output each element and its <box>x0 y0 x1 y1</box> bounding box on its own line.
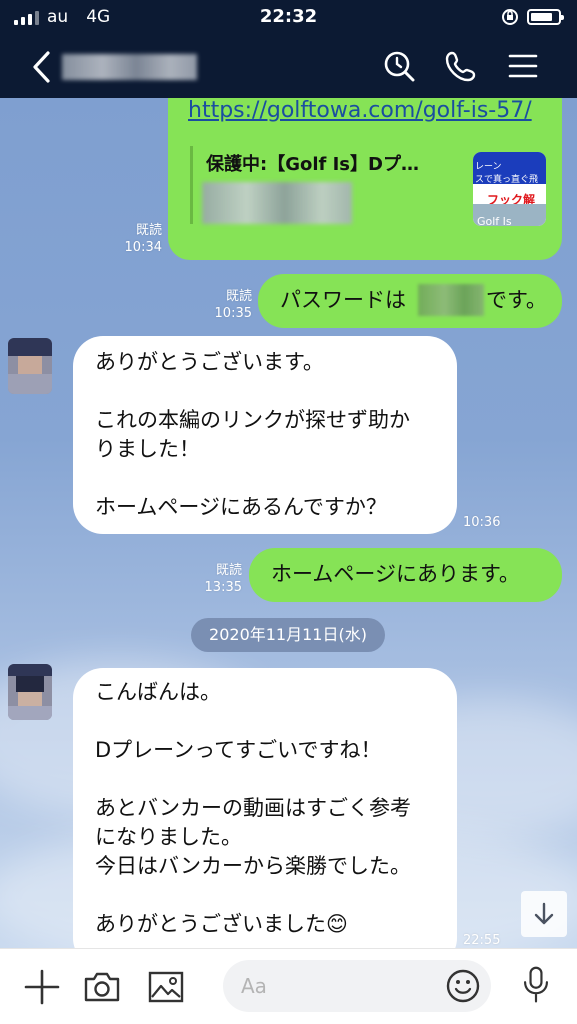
chat-area[interactable]: https://golftowa.com/golf-is-57/ 保護中:【Go… <box>0 98 577 948</box>
link-message-bubble[interactable]: https://golftowa.com/golf-is-57/ 保護中:【Go… <box>168 98 562 260</box>
microphone-icon[interactable] <box>516 965 556 1005</box>
message-text: ありがとうございます。 これの本編のリンクが探せず助か りました！ ホームページ… <box>95 350 410 519</box>
scroll-to-bottom-button[interactable] <box>521 891 567 937</box>
received-message-bubble[interactable]: こんばんは。 Dプレーンってすごいですね！ あとバンカーの動画はすごく参考 にな… <box>73 668 457 948</box>
battery-icon <box>527 9 564 25</box>
plus-icon[interactable] <box>22 967 62 1007</box>
chevron-left-icon[interactable] <box>28 50 58 84</box>
read-receipt: 既読 <box>135 223 162 238</box>
password-redacted <box>418 284 484 316</box>
message-meta: 既読 10:34 <box>112 222 162 256</box>
link-url[interactable]: https://golftowa.com/golf-is-57/ <box>188 98 532 125</box>
message-meta: 既読 13:35 <box>190 562 242 596</box>
read-receipt: 既読 <box>215 563 242 578</box>
sent-message-bubble[interactable]: ホームページにあります。 <box>249 548 562 602</box>
preview-title: 保護中:【Golf Is】Dプ… <box>206 154 419 175</box>
message-input-box[interactable] <box>223 960 491 1012</box>
message-time: 10:34 <box>124 240 162 255</box>
image-icon[interactable] <box>146 967 186 1007</box>
message-time: 10:35 <box>214 306 252 321</box>
preview-bar <box>190 146 193 224</box>
message-time: 13:35 <box>204 580 242 595</box>
message-input[interactable] <box>241 960 441 1012</box>
avatar[interactable] <box>8 664 52 720</box>
preview-description-redacted <box>202 182 352 224</box>
smile-emoji-icon: 😊 <box>326 912 348 936</box>
status-bar: au 4G 22:32 <box>0 0 577 36</box>
arrow-down-icon <box>534 902 554 925</box>
preview-thumbnail: レーン スで真っ直ぐ飛 フック解 Golf Is <box>473 152 546 226</box>
message-meta: 既読 10:35 <box>200 288 252 322</box>
camera-icon[interactable] <box>82 967 122 1007</box>
avatar[interactable] <box>8 338 52 394</box>
search-icon[interactable] <box>383 50 415 82</box>
phone-icon[interactable] <box>445 50 477 82</box>
message-time: 22:55 <box>463 933 501 948</box>
message-time: 10:36 <box>463 515 501 530</box>
chat-header <box>0 36 577 98</box>
message-text: ホームページにあります。 <box>271 562 520 586</box>
contact-name-redacted <box>62 50 202 84</box>
read-receipt: 既読 <box>225 289 252 304</box>
link-preview[interactable]: 保護中:【Golf Is】Dプ… レーン スで真っ直ぐ飛 フック解 Golf I… <box>190 146 550 226</box>
orientation-lock-icon <box>502 9 518 25</box>
emoji-icon[interactable] <box>445 968 481 1004</box>
menu-icon[interactable] <box>507 50 539 82</box>
password-message-bubble[interactable]: パスワードは です。 <box>258 274 562 328</box>
clock: 22:32 <box>259 6 318 27</box>
date-separator: 2020年11月11日(水) <box>191 618 385 652</box>
message-text: こんばんは。 Dプレーンってすごいですね！ あとバンカーの動画はすごく参考 にな… <box>95 680 412 936</box>
message-input-bar <box>0 948 577 1024</box>
received-message-bubble[interactable]: ありがとうございます。 これの本編のリンクが探せず助か りました！ ホームページ… <box>73 336 457 534</box>
